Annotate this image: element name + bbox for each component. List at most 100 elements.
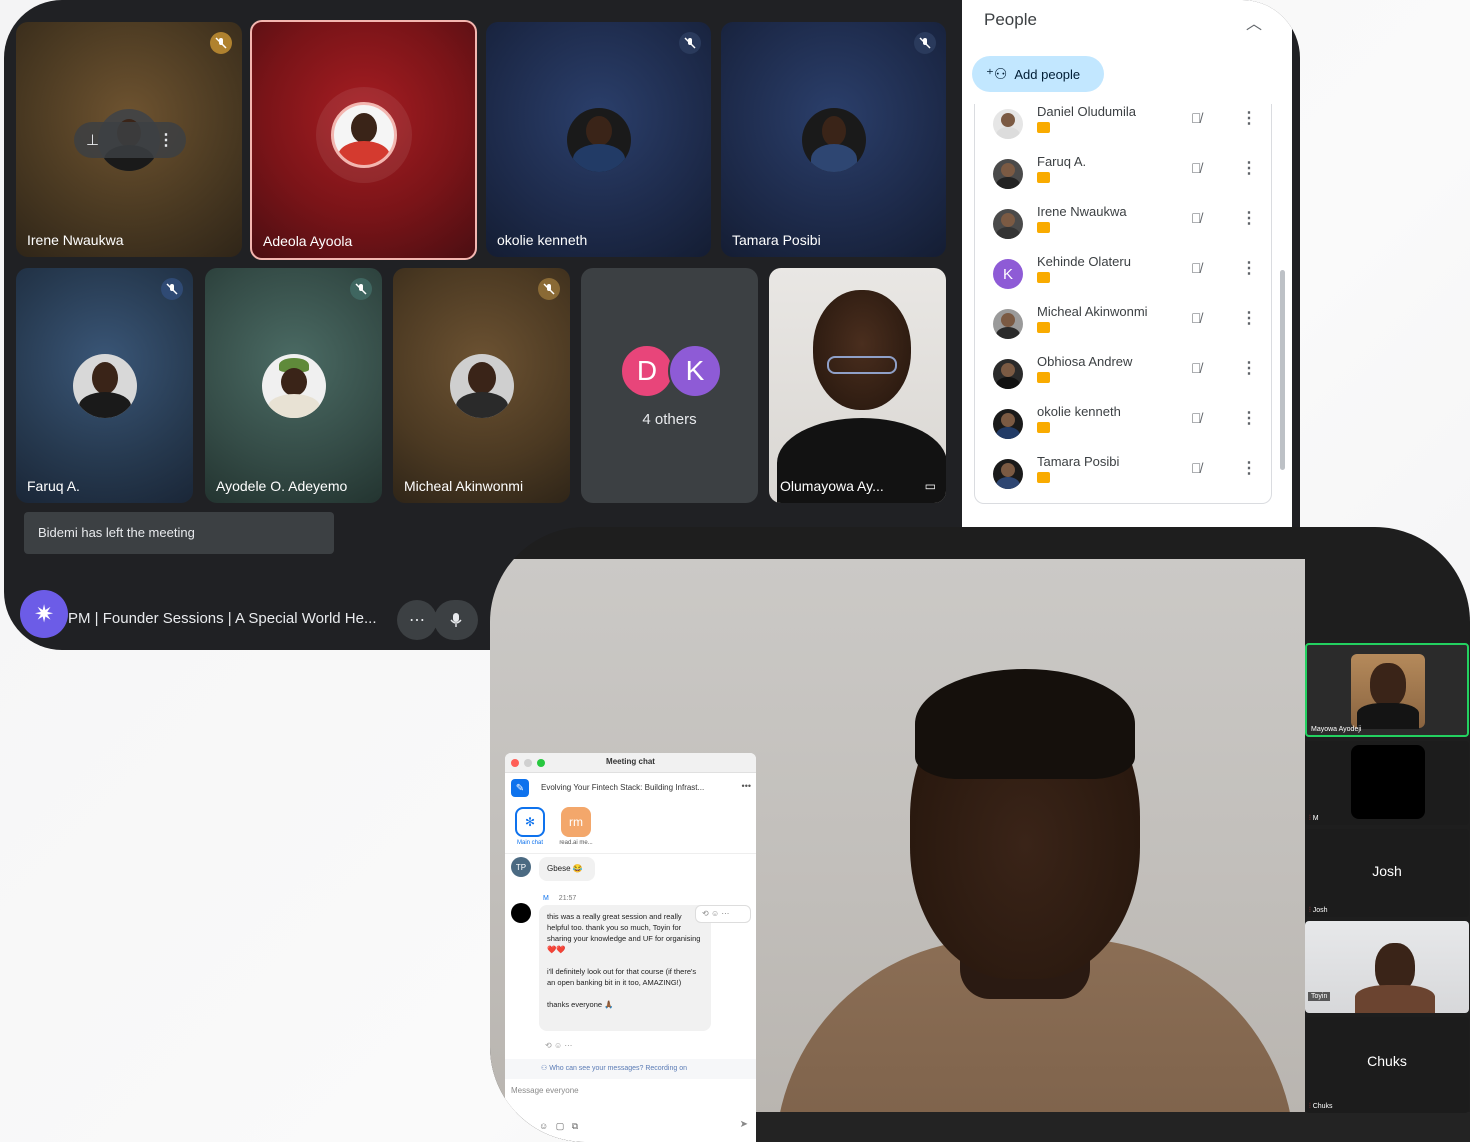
mic-icon[interactable]: [434, 600, 478, 640]
chat-topic-row[interactable]: ✎ Evolving Your Fintech Stack: Building …: [511, 779, 751, 799]
more-vert-icon[interactable]: ⋮: [1241, 308, 1257, 328]
gallery-tile[interactable]: ⫶ M: [1305, 741, 1469, 825]
participant-body: [1355, 985, 1435, 1013]
mic-off-icon[interactable]: 🎙̸: [1191, 410, 1202, 426]
more-vert-icon[interactable]: ⋮: [1241, 208, 1257, 228]
chevron-up-icon[interactable]: ︿: [1246, 10, 1262, 34]
others-avatar-k: K: [668, 344, 722, 398]
more-vert-icon[interactable]: ⋮: [1241, 108, 1257, 128]
scrollbar[interactable]: [1280, 270, 1285, 470]
chat-message[interactable]: Gbese 😂: [539, 857, 595, 881]
badge-icon: [1037, 372, 1050, 383]
others-tile[interactable]: D K 4 others: [581, 268, 758, 503]
video-tile[interactable]: Tamara Posibi: [721, 22, 946, 257]
more-horiz-icon[interactable]: ⋯: [397, 600, 437, 640]
video-tile[interactable]: ⊥ ⋮ Irene Nwaukwa: [16, 22, 242, 257]
participant-row[interactable]: Micheal Akinwonmi 🎙̸ ⋮: [975, 304, 1271, 352]
participant-name: Adeola Ayoola: [263, 233, 353, 249]
participant-row[interactable]: Obhiosa Andrew 🎙̸ ⋮: [975, 354, 1271, 402]
channel-main-chat[interactable]: ✻ Main chat: [513, 807, 547, 846]
participant-name: Obhiosa Andrew: [1037, 354, 1133, 369]
emoji-icon[interactable]: ☺: [539, 1121, 548, 1131]
participant-row[interactable]: okolie kenneth 🎙̸ ⋮: [975, 404, 1271, 452]
participant-name: Ayodele O. Adeyemo: [216, 478, 348, 494]
add-people-button[interactable]: ⁺⚇ Add people: [972, 56, 1104, 92]
participant-name: Faruq A.: [1037, 154, 1087, 169]
mic-off-icon[interactable]: 🎙̸: [1191, 210, 1202, 226]
channel-read-ai[interactable]: rm read.ai me...: [559, 807, 593, 846]
participant-avatar: [261, 353, 326, 418]
file-icon[interactable]: ▢: [556, 1121, 565, 1131]
sender-avatar: TP: [511, 857, 531, 877]
emoji-react-icon[interactable]: ☺: [554, 1041, 562, 1050]
video-tile[interactable]: Micheal Akinwonmi: [393, 268, 570, 503]
gallery-tile[interactable]: Toyin: [1305, 921, 1469, 1013]
zoom-window: Mayowa Ayodeji ⫶ M Josh ⫶ Josh Toyin Chu…: [490, 527, 1470, 1142]
message-input[interactable]: Message everyone: [511, 1086, 579, 1095]
badge-icon: [1037, 172, 1050, 183]
message-actions[interactable]: ⟲ ☺ ⋯: [695, 905, 751, 923]
privacy-notice[interactable]: ⚇ Who can see your messages? Recording o…: [505, 1059, 756, 1079]
message-paragraph: this was a really great session and real…: [547, 912, 701, 954]
more-horiz-icon[interactable]: ⋯: [564, 1041, 572, 1050]
more-vert-icon[interactable]: ⋮: [1241, 458, 1257, 478]
participant-name: Toyin: [1308, 992, 1331, 1001]
participant-name: Olumayowa Ay...: [780, 478, 884, 494]
participant-name: Irene Nwaukwa: [27, 232, 124, 248]
person-icon: ⚇: [541, 1065, 550, 1072]
participant-row[interactable]: Faruq A. 🎙̸ ⋮: [975, 154, 1271, 202]
mic-off-icon[interactable]: 🎙̸: [1191, 460, 1202, 476]
self-video-face: [813, 290, 911, 410]
gallery-tile-active[interactable]: Mayowa Ayodeji: [1305, 643, 1469, 737]
send-icon[interactable]: ➤: [740, 1119, 748, 1130]
gallery-tile[interactable]: Josh ⫶ Josh: [1305, 829, 1469, 917]
participant-name: ⫶ Josh: [1309, 907, 1328, 914]
screen-share-icon[interactable]: ▭: [925, 479, 936, 493]
others-avatar-d: D: [620, 344, 674, 398]
reply-icon[interactable]: ⟲: [702, 909, 709, 918]
more-vert-icon[interactable]: ⋮: [1241, 158, 1257, 178]
participant-avatar: [801, 107, 866, 172]
more-vert-icon[interactable]: ⋮: [1241, 358, 1257, 378]
video-tile-active-speaker[interactable]: Adeola Ayoola: [250, 20, 477, 260]
participant-name: ⫶ M: [1309, 815, 1319, 822]
participant-avatar: [993, 459, 1023, 489]
chat-message[interactable]: this was a really great session and real…: [539, 905, 711, 1031]
badge-icon: [1037, 222, 1050, 233]
mic-off-icon[interactable]: 🎙̸: [1191, 160, 1202, 176]
self-video-tile[interactable]: Olumayowa Ay... ▭: [769, 268, 946, 503]
more-horiz-icon[interactable]: ⋯: [721, 909, 729, 918]
badge-icon: [1037, 322, 1050, 333]
mic-off-icon: [914, 32, 936, 54]
more-vert-icon[interactable]: ⋮: [158, 130, 174, 150]
mic-off-icon: [350, 278, 372, 300]
participant-row[interactable]: Irene Nwaukwa 🎙̸ ⋮: [975, 204, 1271, 252]
participant-name: Daniel Oludumila: [1037, 104, 1136, 119]
video-tile[interactable]: Faruq A.: [16, 268, 193, 503]
participant-avatar: [993, 359, 1023, 389]
mic-off-icon[interactable]: 🎙̸: [1191, 360, 1202, 376]
participant-row[interactable]: K Kehinde Olateru 🎙̸ ⋮: [975, 254, 1271, 302]
participant-row[interactable]: Daniel Oludumila 🎙̸ ⋮: [975, 104, 1271, 152]
mic-off-icon[interactable]: 🎙̸: [1191, 110, 1202, 126]
participant-row[interactable]: Tamara Posibi 🎙̸ ⋮: [975, 454, 1271, 502]
screenshot-icon[interactable]: ⧉: [572, 1121, 578, 1131]
more-horiz-icon[interactable]: •••: [742, 781, 751, 791]
reply-icon[interactable]: ⟲: [545, 1041, 552, 1050]
more-vert-icon[interactable]: ⋮: [1241, 408, 1257, 428]
video-tile[interactable]: Ayodele O. Adeyemo: [205, 268, 382, 503]
chat-toolbar: ☺ ▢ ⧉: [539, 1121, 578, 1132]
mic-off-icon[interactable]: 🎙̸: [1191, 310, 1202, 326]
mic-off-icon[interactable]: 🎙̸: [1191, 260, 1202, 276]
more-vert-icon[interactable]: ⋮: [1241, 258, 1257, 278]
gemini-sparkle-icon[interactable]: ✷: [20, 590, 68, 638]
pin-icon[interactable]: ⊥: [86, 131, 99, 149]
main-chat-icon: ✻: [515, 807, 545, 837]
participant-name: Mayowa Ayodeji: [1311, 726, 1362, 733]
chat-window-title: Meeting chat: [606, 757, 655, 766]
gallery-tile[interactable]: Chuks ⫶ Chuks: [1305, 1017, 1469, 1113]
participant-photo: [1351, 745, 1425, 819]
emoji-react-icon[interactable]: ☺: [711, 909, 719, 918]
video-tile[interactable]: okolie kenneth: [486, 22, 711, 257]
add-person-icon: ⁺⚇: [986, 66, 1008, 83]
